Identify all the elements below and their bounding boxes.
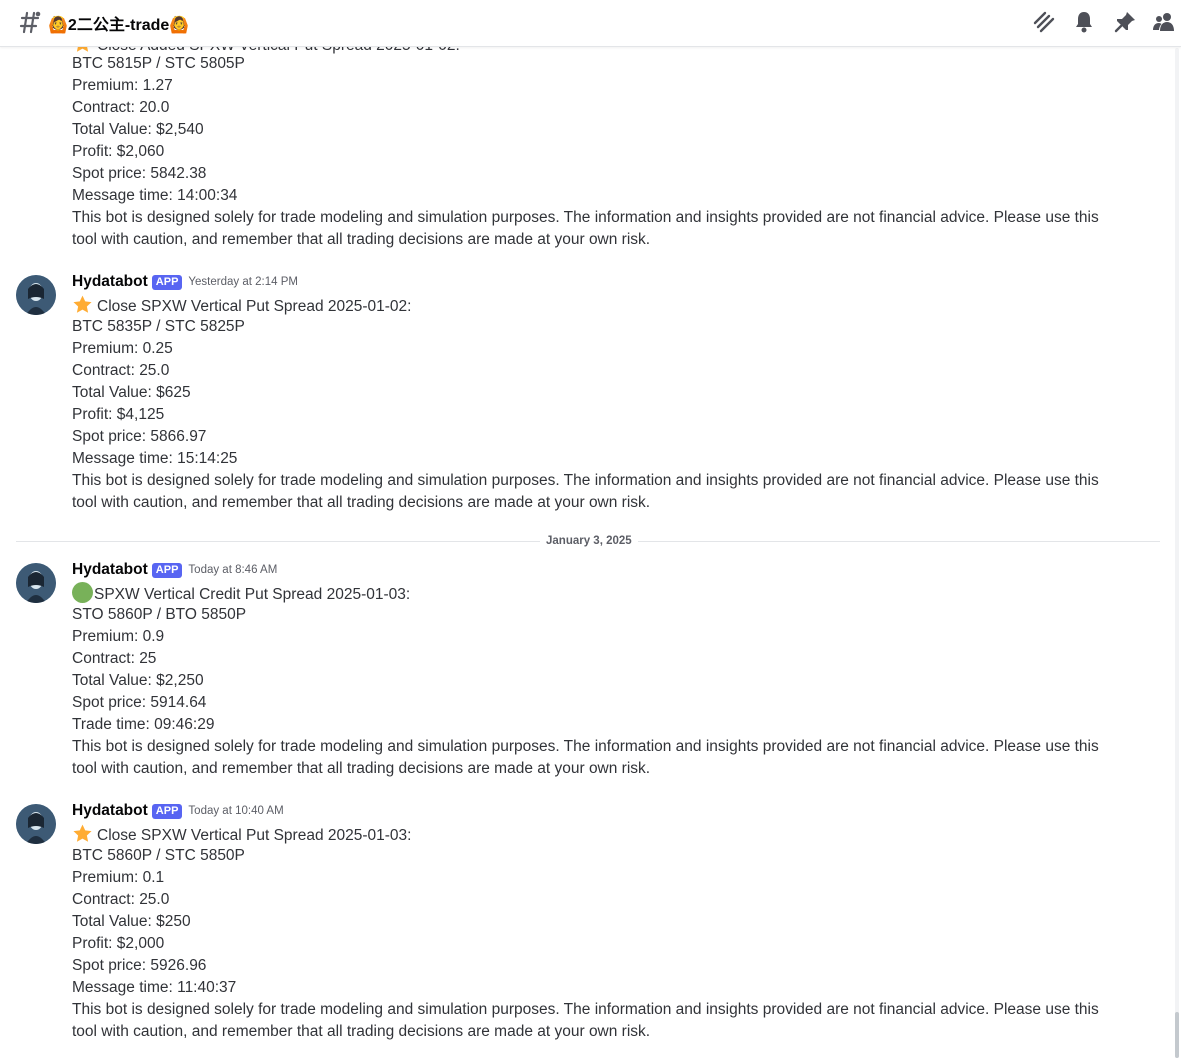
author-name[interactable]: Hydatabot bbox=[72, 802, 148, 819]
thread-channel-icon bbox=[19, 11, 41, 34]
message-line: Contract: 25 bbox=[72, 650, 157, 667]
timestamp[interactable]: Yesterday at 2:14 PM bbox=[188, 276, 298, 288]
message-line: Premium: 0.1 bbox=[72, 869, 165, 886]
timestamp[interactable]: Today at 8:46 AM bbox=[188, 564, 277, 576]
bell-icon[interactable] bbox=[1072, 10, 1096, 34]
message-line: Premium: 0.9 bbox=[72, 628, 165, 645]
message-headline: Close SPXW Vertical Put Spread 2025-01-0… bbox=[72, 823, 1132, 847]
green-circle-icon bbox=[72, 582, 93, 603]
message-line: Profit: $2,000 bbox=[72, 935, 165, 952]
app-badge: APP bbox=[151, 274, 183, 290]
message-disclaimer: This bot is designed solely for trade mo… bbox=[72, 209, 1099, 248]
message-line: Total Value: $250 bbox=[72, 913, 191, 930]
star-icon bbox=[73, 295, 92, 313]
message-line: Profit: $2,060 bbox=[72, 143, 165, 160]
message-line: BTC 5835P / STC 5825P bbox=[72, 318, 245, 335]
star-icon bbox=[73, 824, 92, 842]
message-line: STO 5860P / BTO 5850P bbox=[72, 606, 247, 623]
message-line: Spot price: 5914.64 bbox=[72, 694, 207, 711]
message-headline: Close SPXW Vertical Put Spread 2025-01-0… bbox=[72, 294, 1132, 318]
message-line: Contract: 25.0 bbox=[72, 891, 170, 908]
timestamp[interactable]: Today at 10:40 AM bbox=[188, 805, 283, 817]
message-line: Spot price: 5926.96 bbox=[72, 957, 207, 974]
message-line: Contract: 25.0 bbox=[72, 362, 170, 379]
app-badge: APP bbox=[151, 803, 183, 819]
app-badge: APP bbox=[151, 562, 183, 578]
message-line: Contract: 20.0 bbox=[72, 99, 170, 116]
scrollbar-thumb[interactable] bbox=[1175, 1012, 1179, 1058]
message-header: Hydatabot APP Yesterday at 2:14 PM bbox=[72, 273, 298, 295]
message-line: Premium: 1.27 bbox=[72, 77, 173, 94]
message-line: BTC 5860P / STC 5850P bbox=[72, 847, 245, 864]
bot-avatar[interactable] bbox=[16, 804, 56, 844]
author-name[interactable]: Hydatabot bbox=[72, 273, 148, 290]
message-list[interactable]: Close Added SPXW Vertical Put Spread 202… bbox=[0, 0, 1181, 1063]
message-line: Message time: 15:14:25 bbox=[72, 450, 238, 467]
message-line: Total Value: $2,540 bbox=[72, 121, 204, 138]
channel-header: 🙆2二公主-trade🙆 bbox=[0, 0, 1181, 47]
scrollbar-track[interactable] bbox=[1175, 48, 1179, 1058]
message-line: Total Value: $625 bbox=[72, 384, 191, 401]
message-line: Total Value: $2,250 bbox=[72, 672, 204, 689]
message-line: Profit: $4,125 bbox=[72, 406, 165, 423]
message-line: Message time: 14:00:34 bbox=[72, 187, 238, 204]
message-line: Spot price: 5866.97 bbox=[72, 428, 207, 445]
message-line: Spot price: 5842.38 bbox=[72, 165, 207, 182]
channel-title: 🙆2二公主-trade🙆 bbox=[48, 17, 190, 34]
message-line: Message time: 11:40:37 bbox=[72, 979, 237, 996]
message-line: BTC 5815P / STC 5805P bbox=[72, 55, 245, 72]
date-divider-label: January 3, 2025 bbox=[540, 533, 638, 549]
message-disclaimer: This bot is designed solely for trade mo… bbox=[72, 472, 1099, 511]
message-disclaimer: This bot is designed solely for trade mo… bbox=[72, 738, 1099, 777]
bot-avatar[interactable] bbox=[16, 563, 56, 603]
message-header: Hydatabot APP Today at 8:46 AM bbox=[72, 561, 277, 583]
message-line: Trade time: 09:46:29 bbox=[72, 716, 215, 733]
author-name[interactable]: Hydatabot bbox=[72, 561, 148, 578]
pin-icon[interactable] bbox=[1113, 10, 1137, 34]
threads-icon[interactable] bbox=[1032, 10, 1056, 34]
bot-avatar[interactable] bbox=[16, 275, 56, 315]
members-icon[interactable] bbox=[1152, 10, 1176, 34]
message-header: Hydatabot APP Today at 10:40 AM bbox=[72, 802, 284, 824]
message-disclaimer: This bot is designed solely for trade mo… bbox=[72, 1001, 1099, 1040]
message-line: Premium: 0.25 bbox=[72, 340, 173, 357]
message-headline: SPXW Vertical Credit Put Spread 2025-01-… bbox=[72, 582, 1132, 606]
